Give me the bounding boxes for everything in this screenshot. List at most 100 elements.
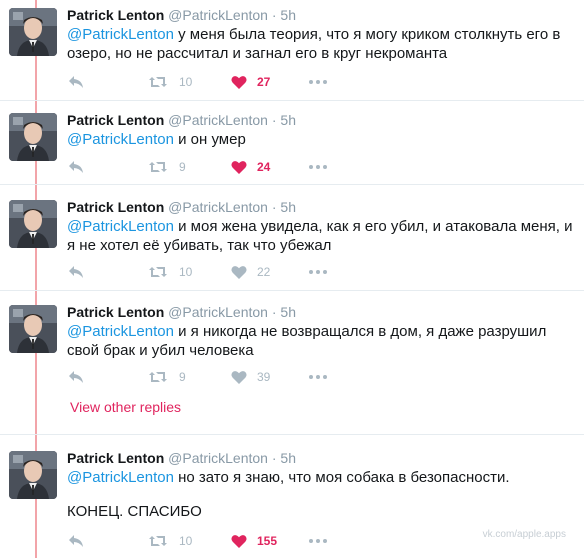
reply-icon xyxy=(68,75,84,89)
tweet-actions: 10 22 xyxy=(0,262,327,282)
heart-icon xyxy=(231,370,247,385)
separator-dot: · xyxy=(271,112,277,128)
like-button[interactable]: 155 xyxy=(231,531,277,551)
avatar[interactable] xyxy=(9,200,57,248)
retweet-button[interactable]: 9 xyxy=(148,367,186,387)
tweet-actions: 9 24 xyxy=(0,157,327,177)
author-name[interactable]: Patrick Lenton xyxy=(67,450,164,466)
mention-link[interactable]: @PatrickLenton xyxy=(67,323,174,340)
tweet-time[interactable]: 5h xyxy=(280,304,296,320)
divider xyxy=(0,184,584,185)
retweet-button[interactable]: 9 xyxy=(148,157,186,177)
tweet[interactable]: Patrick Lenton @PatrickLenton · 5h @Patr… xyxy=(0,111,584,191)
heart-icon xyxy=(231,265,247,280)
more-icon xyxy=(309,165,327,169)
more-button[interactable] xyxy=(309,262,327,282)
heart-icon xyxy=(231,160,247,175)
like-count: 155 xyxy=(257,534,278,548)
mention-link[interactable]: @PatrickLenton xyxy=(67,26,174,43)
author-name[interactable]: Patrick Lenton xyxy=(67,112,164,128)
tweet-text: @PatrickLenton и он умер xyxy=(67,130,576,149)
avatar[interactable] xyxy=(9,8,57,56)
separator-dot: · xyxy=(271,450,277,466)
retweet-icon xyxy=(148,265,168,279)
avatar[interactable] xyxy=(9,305,57,353)
reply-icon xyxy=(68,534,84,548)
separator-dot: · xyxy=(271,304,277,320)
reply-icon xyxy=(68,160,84,174)
like-button[interactable]: 22 xyxy=(231,262,270,282)
heart-icon xyxy=(231,534,247,549)
like-count: 24 xyxy=(257,160,271,174)
divider xyxy=(0,100,584,101)
mention-link[interactable]: @PatrickLenton xyxy=(67,131,174,148)
retweet-count: 10 xyxy=(179,265,193,279)
tweet-text: @PatrickLenton но зато я знаю, что моя с… xyxy=(67,468,576,487)
mention-link[interactable]: @PatrickLenton xyxy=(67,469,174,486)
author-handle[interactable]: @PatrickLenton xyxy=(168,112,268,128)
tweet-time[interactable]: 5h xyxy=(280,112,296,128)
reply-icon xyxy=(68,370,84,384)
separator-dot: · xyxy=(271,7,277,23)
more-icon xyxy=(309,270,327,274)
retweet-button[interactable]: 10 xyxy=(148,531,192,551)
reply-button[interactable] xyxy=(68,531,84,551)
more-icon xyxy=(309,375,327,379)
retweet-button[interactable]: 10 xyxy=(148,262,192,282)
more-icon xyxy=(309,80,327,84)
more-button[interactable] xyxy=(309,367,327,387)
reply-button[interactable] xyxy=(68,72,84,92)
retweet-count: 10 xyxy=(179,534,193,548)
retweet-count: 10 xyxy=(179,75,193,89)
tweet[interactable]: Patrick Lenton @PatrickLenton · 5h @Patr… xyxy=(0,6,584,96)
retweet-icon xyxy=(148,160,168,174)
like-button[interactable]: 24 xyxy=(231,157,270,177)
like-count: 39 xyxy=(257,370,271,384)
more-button[interactable] xyxy=(309,157,327,177)
author-name[interactable]: Patrick Lenton xyxy=(67,304,164,320)
avatar[interactable] xyxy=(9,113,57,161)
tweet[interactable]: Patrick Lenton @PatrickLenton · 5h @Patr… xyxy=(0,303,584,393)
author-handle[interactable]: @PatrickLenton xyxy=(168,7,268,23)
tweet-actions: 10 27 xyxy=(0,72,327,92)
more-icon xyxy=(309,539,327,543)
like-button[interactable]: 39 xyxy=(231,367,270,387)
tweet-extra-text: КОНЕЦ. СПАСИБО xyxy=(67,503,202,520)
like-count: 27 xyxy=(257,75,271,89)
author-handle[interactable]: @PatrickLenton xyxy=(168,304,268,320)
more-button[interactable] xyxy=(309,72,327,92)
like-button[interactable]: 27 xyxy=(231,72,270,92)
mention-link[interactable]: @PatrickLenton xyxy=(67,218,174,235)
tweet-header: Patrick Lenton @PatrickLenton · 5h xyxy=(67,303,576,321)
separator-dot: · xyxy=(271,199,277,215)
reply-button[interactable] xyxy=(68,262,84,282)
reply-button[interactable] xyxy=(68,367,84,387)
tweet-time[interactable]: 5h xyxy=(280,199,296,215)
tweet-header: Patrick Lenton @PatrickLenton · 5h xyxy=(67,111,576,129)
tweet-time[interactable]: 5h xyxy=(280,450,296,466)
author-name[interactable]: Patrick Lenton xyxy=(67,7,164,23)
reply-icon xyxy=(68,265,84,279)
tweet-text-content: но зато я знаю, что моя собака в безопас… xyxy=(173,469,510,486)
view-other-replies-link[interactable]: View other replies xyxy=(70,399,181,415)
reply-button[interactable] xyxy=(68,157,84,177)
retweet-button[interactable]: 10 xyxy=(148,72,192,92)
retweet-icon xyxy=(148,534,168,548)
more-button[interactable] xyxy=(309,531,327,551)
retweet-icon xyxy=(148,370,168,384)
author-handle[interactable]: @PatrickLenton xyxy=(168,450,268,466)
tweet-header: Patrick Lenton @PatrickLenton · 5h xyxy=(67,449,576,467)
author-name[interactable]: Patrick Lenton xyxy=(67,199,164,215)
tweet[interactable]: Patrick Lenton @PatrickLenton · 5h @Patr… xyxy=(0,198,584,288)
avatar[interactable] xyxy=(9,451,57,499)
retweet-icon xyxy=(148,75,168,89)
tweet-time[interactable]: 5h xyxy=(280,7,296,23)
divider xyxy=(0,434,584,435)
author-handle[interactable]: @PatrickLenton xyxy=(168,199,268,215)
watermark: vk.com/apple.apps xyxy=(482,529,566,540)
tweet-text-content: и он умер xyxy=(173,131,246,148)
tweet-text: @PatrickLenton и моя жена увидела, как я… xyxy=(67,217,576,255)
tweet-header: Patrick Lenton @PatrickLenton · 5h xyxy=(67,6,576,24)
like-count: 22 xyxy=(257,265,271,279)
divider xyxy=(0,290,584,291)
